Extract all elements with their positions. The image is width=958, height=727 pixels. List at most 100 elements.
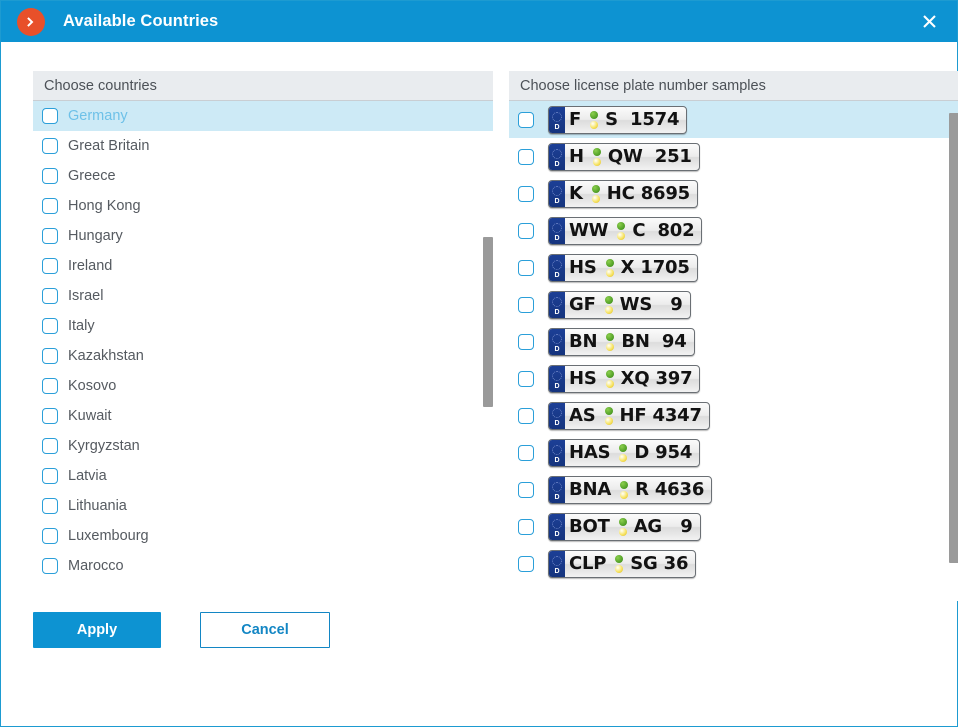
country-code-label: D bbox=[554, 197, 560, 205]
country-label: Marocco bbox=[68, 558, 124, 574]
inspection-seals-icon bbox=[604, 255, 617, 281]
license-plate: D H QW 251 bbox=[548, 142, 700, 171]
plate-checkbox[interactable] bbox=[518, 259, 534, 276]
country-label: Kyrgyzstan bbox=[68, 438, 140, 454]
plates-scrollbar-thumb[interactable] bbox=[949, 113, 958, 563]
country-row[interactable]: Ireland bbox=[33, 251, 493, 281]
plate-row[interactable]: D HAS D 954 bbox=[509, 434, 958, 471]
country-row[interactable]: Kuwait bbox=[33, 401, 493, 431]
eu-stars-icon bbox=[552, 185, 562, 196]
plate-row[interactable]: D H QW 251 bbox=[509, 138, 958, 175]
inspection-seal-icon bbox=[618, 527, 627, 536]
plate-checkbox[interactable] bbox=[518, 518, 534, 535]
country-checkbox[interactable] bbox=[42, 198, 58, 214]
plate-row[interactable]: D CLP SG 36 bbox=[509, 545, 958, 582]
plate-row[interactable]: D BNA R 4636 bbox=[509, 471, 958, 508]
plate-checkbox[interactable] bbox=[518, 148, 534, 165]
plate-checkbox[interactable] bbox=[518, 407, 534, 424]
license-plate: D CLP SG 36 bbox=[548, 549, 697, 578]
country-row[interactable]: Italy bbox=[33, 311, 493, 341]
plate-row[interactable]: D BOT AG 9 bbox=[509, 508, 958, 545]
plates-scrollbar-track[interactable] bbox=[949, 101, 958, 601]
plate-row[interactable]: D HS XQ 397 bbox=[509, 360, 958, 397]
plate-row[interactable]: D WW C 802 bbox=[509, 212, 958, 249]
eu-stars-icon bbox=[552, 111, 562, 122]
plate-row[interactable]: D HS X 1705 bbox=[509, 249, 958, 286]
country-checkbox[interactable] bbox=[42, 228, 58, 244]
country-row[interactable]: Israel bbox=[33, 281, 493, 311]
country-code-label: D bbox=[554, 345, 560, 353]
country-code-label: D bbox=[554, 567, 560, 575]
country-row[interactable]: Latvia bbox=[33, 461, 493, 491]
plate-checkbox[interactable] bbox=[518, 111, 534, 128]
country-checkbox[interactable] bbox=[42, 138, 58, 154]
country-row[interactable]: Kosovo bbox=[33, 371, 493, 401]
inspection-seals-icon bbox=[617, 440, 630, 466]
countries-scrollbar-thumb[interactable] bbox=[483, 237, 493, 407]
country-checkbox[interactable] bbox=[42, 108, 58, 124]
plate-suffix: S 1574 bbox=[605, 108, 680, 130]
country-checkbox[interactable] bbox=[42, 408, 58, 424]
country-row[interactable]: Great Britain bbox=[33, 131, 493, 161]
country-row[interactable]: Luxembourg bbox=[33, 521, 493, 551]
emission-seal-icon bbox=[606, 332, 615, 341]
country-checkbox[interactable] bbox=[42, 528, 58, 544]
plate-prefix: CLP bbox=[569, 552, 607, 574]
country-row[interactable]: Kazakhstan bbox=[33, 341, 493, 371]
countries-list[interactable]: Germany Great Britain Greece Hong Kong Hunga… bbox=[33, 101, 493, 601]
country-row[interactable]: Marocco bbox=[33, 551, 493, 581]
plate-row[interactable]: D AS HF 4347 bbox=[509, 397, 958, 434]
plate-checkbox[interactable] bbox=[518, 370, 534, 387]
country-checkbox[interactable] bbox=[42, 348, 58, 364]
inspection-seal-icon bbox=[604, 416, 613, 425]
country-checkbox[interactable] bbox=[42, 318, 58, 334]
plate-row[interactable]: D F S 1574 bbox=[509, 101, 958, 138]
inspection-seal-icon bbox=[592, 157, 601, 166]
plate-row[interactable]: D BN BN 94 bbox=[509, 323, 958, 360]
plate-checkbox[interactable] bbox=[518, 481, 534, 498]
country-label: Hungary bbox=[68, 228, 123, 244]
country-row[interactable]: Germany bbox=[33, 101, 493, 131]
plate-row[interactable]: D GF WS 9 bbox=[509, 286, 958, 323]
country-checkbox[interactable] bbox=[42, 468, 58, 484]
license-plate: D BN BN 94 bbox=[548, 327, 695, 356]
countries-scrollbar-track[interactable] bbox=[483, 101, 493, 601]
cancel-button[interactable]: Cancel bbox=[200, 612, 330, 648]
country-checkbox[interactable] bbox=[42, 288, 58, 304]
plate-suffix: BN 94 bbox=[621, 330, 687, 352]
plate-checkbox[interactable] bbox=[518, 185, 534, 202]
plate-checkbox[interactable] bbox=[518, 444, 534, 461]
country-label: Luxembourg bbox=[68, 528, 149, 544]
country-row[interactable]: Lithuania bbox=[33, 491, 493, 521]
country-checkbox[interactable] bbox=[42, 378, 58, 394]
country-code-label: D bbox=[554, 308, 560, 316]
emission-seal-icon bbox=[591, 184, 600, 193]
inspection-seals-icon bbox=[613, 551, 626, 577]
country-checkbox[interactable] bbox=[42, 558, 58, 574]
chevron-right-circle-icon bbox=[17, 7, 45, 36]
country-row[interactable]: Hungary bbox=[33, 221, 493, 251]
plate-prefix: BOT bbox=[569, 515, 610, 537]
license-plate: D HAS D 954 bbox=[548, 438, 701, 467]
plate-suffix: QW 251 bbox=[607, 145, 692, 167]
country-row[interactable]: Kyrgyzstan bbox=[33, 431, 493, 461]
plate-checkbox[interactable] bbox=[518, 296, 534, 313]
close-button[interactable] bbox=[901, 1, 957, 42]
plate-suffix: WS 9 bbox=[619, 293, 683, 315]
country-checkbox[interactable] bbox=[42, 168, 58, 184]
country-row[interactable]: Hong Kong bbox=[33, 191, 493, 221]
plate-checkbox[interactable] bbox=[518, 222, 534, 239]
inspection-seal-icon bbox=[605, 268, 614, 277]
plates-list[interactable]: D F S 1574 D H QW 251 D K HC 8695 D WW C 802 D HS X 17… bbox=[509, 101, 958, 601]
country-label: Italy bbox=[68, 318, 95, 334]
plate-checkbox[interactable] bbox=[518, 333, 534, 350]
plate-checkbox[interactable] bbox=[518, 555, 534, 572]
country-checkbox[interactable] bbox=[42, 498, 58, 514]
country-code-label: D bbox=[554, 382, 560, 390]
country-label: Germany bbox=[68, 108, 128, 124]
country-checkbox[interactable] bbox=[42, 438, 58, 454]
country-checkbox[interactable] bbox=[42, 258, 58, 274]
country-row[interactable]: Greece bbox=[33, 161, 493, 191]
plate-row[interactable]: D K HC 8695 bbox=[509, 175, 958, 212]
apply-button[interactable]: Apply bbox=[33, 612, 161, 648]
